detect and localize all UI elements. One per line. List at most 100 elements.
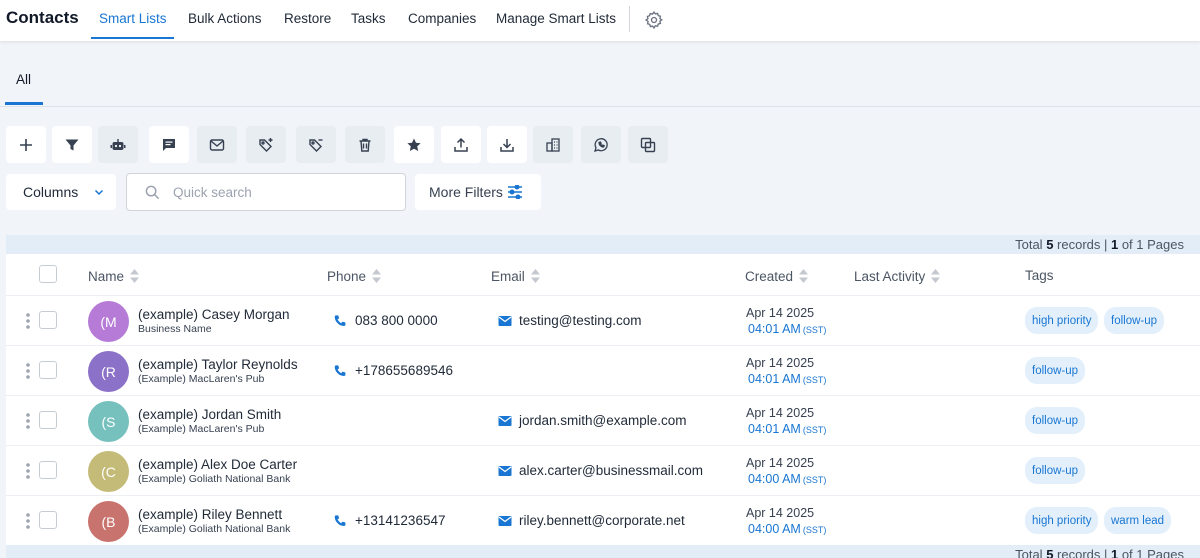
column-name[interactable]: Name <box>88 268 140 284</box>
table-row[interactable]: (S (example) Jordan Smith (Example) MacL… <box>6 396 1200 446</box>
sort-icon <box>130 269 140 283</box>
merge-button[interactable] <box>628 126 668 163</box>
tab-smart-lists[interactable]: Smart Lists <box>99 11 167 26</box>
tag-badge[interactable]: high priority <box>1025 507 1099 534</box>
contact-company: (Example) MacLaren's Pub <box>138 373 265 385</box>
column-last-activity[interactable]: Last Activity <box>854 268 941 284</box>
records-summary-top: Total 5 records | 1 of 1 Pages <box>6 235 1200 254</box>
more-filters-button[interactable]: More Filters <box>415 174 541 210</box>
phone-icon <box>334 365 346 376</box>
column-phone[interactable]: Phone <box>327 268 382 284</box>
sort-icon <box>372 269 382 283</box>
tab-bulk-actions[interactable]: Bulk Actions <box>188 11 262 26</box>
tag-badge[interactable]: follow-up <box>1025 357 1086 384</box>
tab-restore[interactable]: Restore <box>284 11 331 26</box>
drag-handle-icon[interactable] <box>25 312 31 330</box>
subtab-all[interactable]: All <box>16 72 31 87</box>
app-title: Contacts <box>6 8 79 27</box>
contact-email[interactable]: testing@testing.com <box>519 313 642 328</box>
created-time: 04:01 AM (SST) <box>748 372 827 386</box>
add-contact-button[interactable] <box>6 126 46 163</box>
row-checkbox[interactable] <box>39 511 57 529</box>
contact-company: Business Name <box>138 323 212 335</box>
tag-badge[interactable]: warm lead <box>1104 507 1172 534</box>
import-button[interactable] <box>487 126 527 163</box>
contact-phone[interactable]: 083 800 0000 <box>355 313 438 328</box>
contact-email[interactable]: alex.carter@businessmail.com <box>519 463 703 478</box>
building-icon <box>546 137 560 152</box>
contact-name[interactable]: (example) Alex Doe Carter <box>138 457 297 472</box>
tag-badge[interactable]: follow-up <box>1025 407 1086 434</box>
contact-name[interactable]: (example) Taylor Reynolds <box>138 357 298 372</box>
send-sms-button[interactable] <box>149 126 189 163</box>
tab-manage-smart-lists[interactable]: Manage Smart Lists <box>496 11 616 26</box>
row-checkbox[interactable] <box>39 361 57 379</box>
drag-handle-icon[interactable] <box>25 512 31 530</box>
active-tab-indicator <box>91 37 174 39</box>
tab-companies[interactable]: Companies <box>408 11 476 26</box>
contact-name[interactable]: (example) Jordan Smith <box>138 407 281 422</box>
phone-icon <box>334 315 346 326</box>
favorite-button[interactable] <box>394 126 434 163</box>
plus-icon <box>20 138 32 151</box>
gear-icon[interactable] <box>644 10 664 30</box>
contact-phone[interactable]: +13141236547 <box>355 513 445 528</box>
columns-dropdown[interactable]: Columns <box>6 174 116 210</box>
top-navigation: Contacts Smart Lists Bulk Actions Restor… <box>0 0 1200 42</box>
tag-badge[interactable]: follow-up <box>1104 307 1165 334</box>
records-summary-bottom: Total 5 records | 1 of 1 Pages <box>6 545 1200 558</box>
search-input[interactable] <box>173 183 393 201</box>
mail-icon <box>498 416 512 426</box>
export-button[interactable] <box>441 126 481 163</box>
table-row[interactable]: (R (example) Taylor Reynolds (Example) M… <box>6 346 1200 396</box>
row-checkbox[interactable] <box>39 411 57 429</box>
drag-handle-icon[interactable] <box>25 412 31 430</box>
tag-badge[interactable]: high priority <box>1025 307 1099 334</box>
remove-tag-button[interactable] <box>296 126 336 163</box>
whatsapp-button[interactable] <box>581 126 621 163</box>
chevron-down-icon <box>94 189 104 196</box>
contact-company: (Example) Goliath National Bank <box>138 523 291 535</box>
created-time: 04:00 AM (SST) <box>748 522 827 536</box>
sort-icon <box>530 269 540 283</box>
contact-name[interactable]: (example) Riley Bennett <box>138 507 282 522</box>
column-tags: Tags <box>1025 268 1054 283</box>
contact-email[interactable]: jordan.smith@example.com <box>519 413 687 428</box>
phone-icon <box>334 515 346 526</box>
table-row[interactable]: (B (example) Riley Bennett (Example) Gol… <box>6 496 1200 546</box>
quick-search[interactable] <box>126 173 406 211</box>
filter-button[interactable] <box>52 126 92 163</box>
automation-button[interactable] <box>98 126 138 163</box>
table-row[interactable]: (M (example) Casey Morgan Business Name … <box>6 296 1200 346</box>
contacts-table: Name Phone Email Created Last Activity T… <box>6 254 1200 546</box>
copy-icon <box>640 137 656 152</box>
send-email-button[interactable] <box>197 126 237 163</box>
contact-name[interactable]: (example) Casey Morgan <box>138 307 290 322</box>
column-email[interactable]: Email <box>491 268 541 284</box>
row-checkbox[interactable] <box>39 461 57 479</box>
select-all-checkbox[interactable] <box>39 265 57 283</box>
column-created[interactable]: Created <box>745 268 809 284</box>
mail-icon <box>498 316 512 326</box>
row-checkbox[interactable] <box>39 311 57 329</box>
mail-icon <box>498 466 512 476</box>
drag-handle-icon[interactable] <box>25 362 31 380</box>
filter-icon <box>65 139 79 150</box>
created-date: Apr 14 2025 <box>746 456 815 470</box>
message-icon <box>163 138 175 151</box>
tag-remove-icon <box>309 138 323 152</box>
contact-company: (Example) Goliath National Bank <box>138 473 291 485</box>
contact-phone[interactable]: +178655689546 <box>355 363 453 378</box>
delete-button[interactable] <box>345 126 385 163</box>
more-filters-label: More Filters <box>429 184 503 200</box>
search-icon <box>145 185 160 200</box>
table-row[interactable]: (C (example) Alex Doe Carter (Example) G… <box>6 446 1200 496</box>
contact-email[interactable]: riley.bennett@corporate.net <box>519 513 685 528</box>
tag-badge[interactable]: follow-up <box>1025 457 1086 484</box>
drag-handle-icon[interactable] <box>25 462 31 480</box>
company-button[interactable] <box>533 126 573 163</box>
tab-tasks[interactable]: Tasks <box>351 11 386 26</box>
avatar: (M <box>88 301 129 342</box>
avatar: (R <box>88 351 129 392</box>
add-tag-button[interactable] <box>246 126 286 163</box>
